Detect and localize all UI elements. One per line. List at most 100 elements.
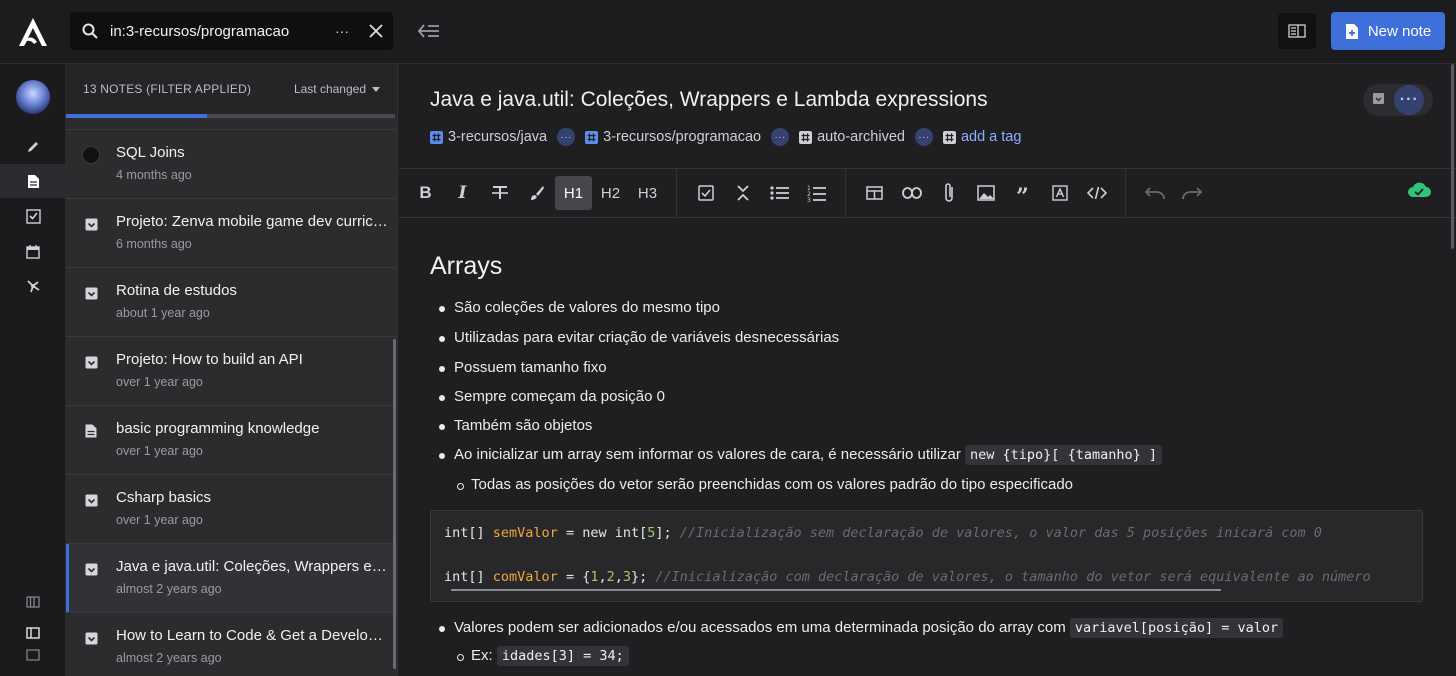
left-nav	[0, 64, 66, 676]
code-block[interactable]: int[] semValor = new int[5]; //Inicializ…	[430, 510, 1423, 602]
search-input[interactable]: in:3-recursos/programacao	[110, 23, 325, 40]
table-button[interactable]	[856, 176, 893, 210]
nav-notes[interactable]	[0, 164, 66, 198]
inline-code: new {tipo}[ {tamanho} ]	[965, 445, 1162, 465]
code-token: int[]	[444, 569, 493, 585]
list-item-text: Valores podem ser adicionados e/ou acess…	[454, 619, 1066, 636]
italic-button[interactable]: I	[444, 176, 481, 210]
split-view-icon	[1288, 24, 1306, 38]
tag-label: auto-archived	[817, 129, 905, 145]
tag-item[interactable]: 3-recursos/programacao	[585, 129, 761, 145]
strikethrough-button[interactable]	[481, 176, 518, 210]
note-type-indicator	[82, 353, 100, 371]
tag-item[interactable]: 3-recursos/java	[430, 129, 547, 145]
view-mode-two-pane[interactable]	[0, 622, 66, 644]
note-list-item[interactable]: Projeto: How to build an API over 1 year …	[66, 337, 397, 406]
numbered-list-icon: 123	[807, 185, 826, 202]
undo-icon	[1144, 187, 1165, 200]
table-icon	[866, 186, 883, 200]
bullet-list-icon	[769, 186, 789, 200]
note-list-panel: 13 NOTES (FILTER APPLIED) Last changed S…	[66, 64, 398, 676]
note-type-indicator	[82, 422, 100, 440]
undo-button[interactable]	[1136, 176, 1173, 210]
sort-dropdown[interactable]: Last changed	[294, 82, 380, 96]
three-pane-icon	[26, 596, 40, 608]
search-clear-button[interactable]	[359, 12, 393, 50]
note-actions: ···	[1363, 84, 1433, 116]
code-line: int[] semValor = new int[5]; //Inicializ…	[444, 525, 1322, 541]
nav-edit[interactable]	[0, 130, 66, 164]
quote-button[interactable]: ”	[1004, 176, 1041, 210]
note-list-item[interactable]: How to Learn to Code & Get a Developer J…	[66, 613, 397, 676]
link-button[interactable]	[893, 176, 930, 210]
search-bar[interactable]: in:3-recursos/programacao ···	[70, 12, 393, 50]
note-list-item[interactable]: Projeto: Zenva mobile game dev curriculu…	[66, 199, 397, 268]
note-options-button[interactable]: ···	[1394, 85, 1425, 115]
note-item-date: over 1 year ago	[116, 444, 203, 458]
note-list-item[interactable]: Java e java.util: Coleções, Wrappers e L…	[66, 544, 397, 613]
avatar[interactable]	[16, 80, 50, 114]
code-icon	[1086, 186, 1107, 200]
checklist-button[interactable]	[687, 176, 724, 210]
heading-1-button[interactable]: H1	[555, 176, 592, 210]
collapse-toggle-button[interactable]	[724, 176, 761, 210]
note-list-item[interactable]: Csharp basics over 1 year ago	[66, 475, 397, 544]
collapse-left-icon	[417, 24, 439, 38]
text-style-button[interactable]	[1041, 176, 1078, 210]
tag-options-button[interactable]: ···	[557, 128, 576, 146]
view-mode-three-pane[interactable]	[0, 591, 66, 613]
layout-toggle-button[interactable]	[1278, 13, 1316, 49]
list-item: Possuem tamanho fixo	[439, 359, 607, 376]
document-icon	[85, 424, 97, 438]
search-options-button[interactable]: ···	[325, 12, 359, 50]
view-mode-focus[interactable]	[0, 644, 66, 666]
attachment-button[interactable]	[930, 176, 967, 210]
heading-3-button[interactable]: H3	[629, 176, 666, 210]
image-button[interactable]	[967, 176, 1004, 210]
note-type-indicator	[82, 629, 100, 647]
list-item: Ao inicializar um array sem informar os …	[439, 445, 1162, 465]
note-item-title: basic programming knowledge	[116, 420, 320, 437]
heading-2-button[interactable]: H2	[592, 176, 629, 210]
nav-plugins[interactable]	[0, 269, 66, 303]
nav-calendar[interactable]	[0, 234, 66, 268]
tag-options-button[interactable]: ···	[914, 128, 933, 146]
note-list-item[interactable]: basic programming knowledge over 1 year a…	[66, 406, 397, 475]
add-tag-button[interactable]: add a tag	[942, 129, 1021, 145]
tag-blue-icon	[430, 130, 443, 144]
bullet-list-button[interactable]	[761, 176, 798, 210]
list-item: Utilizadas para evitar criação de variáv…	[438, 329, 840, 346]
code-token: };	[631, 569, 656, 585]
tag-blue-icon	[585, 130, 599, 144]
calendar-icon	[26, 244, 40, 259]
archive-button[interactable]	[1372, 92, 1385, 108]
nav-tasks[interactable]	[0, 199, 66, 233]
pencil-icon	[28, 142, 38, 152]
numbered-list-button[interactable]: 123	[798, 176, 835, 210]
note-list-item[interactable]: Rotina de estudos about 1 year ago	[66, 268, 397, 337]
redo-button[interactable]	[1173, 176, 1210, 210]
notes-count: 13 NOTES (FILTER APPLIED)	[83, 82, 252, 96]
note-title[interactable]: Java e java.util: Coleções, Wrappers e L…	[430, 88, 988, 112]
code-horizontal-scrollbar[interactable]	[451, 589, 1221, 591]
collapse-sidebar-button[interactable]	[414, 18, 444, 44]
tag-item[interactable]: auto-archived	[799, 129, 905, 145]
tag-gray-icon	[942, 130, 956, 144]
editor-scrollbar[interactable]	[1451, 64, 1454, 249]
new-note-button[interactable]: New note	[1331, 12, 1445, 50]
tag-bar: 3-recursos/java ··· 3-recursos/programac…	[430, 128, 1021, 146]
code-button[interactable]	[1078, 176, 1115, 210]
bold-button[interactable]: B	[407, 176, 444, 210]
list-item: Também são objetos	[438, 417, 593, 434]
sub-list-item: Ex: idades[3] = 34;	[457, 646, 629, 666]
toolbar-divider	[676, 168, 677, 218]
link-icon	[901, 187, 922, 199]
tag-options-button[interactable]: ···	[771, 128, 790, 146]
collapse-icon	[736, 185, 749, 201]
app-logo-icon[interactable]	[16, 16, 50, 48]
note-list-item[interactable]: SQL Joins 4 months ago	[66, 130, 397, 199]
highlight-button[interactable]	[518, 176, 555, 210]
note-list-scrollbar[interactable]	[393, 339, 396, 669]
format-toolbar: B I H1 H2 H3 123 ”	[399, 168, 1456, 218]
note-type-indicator	[82, 560, 100, 578]
